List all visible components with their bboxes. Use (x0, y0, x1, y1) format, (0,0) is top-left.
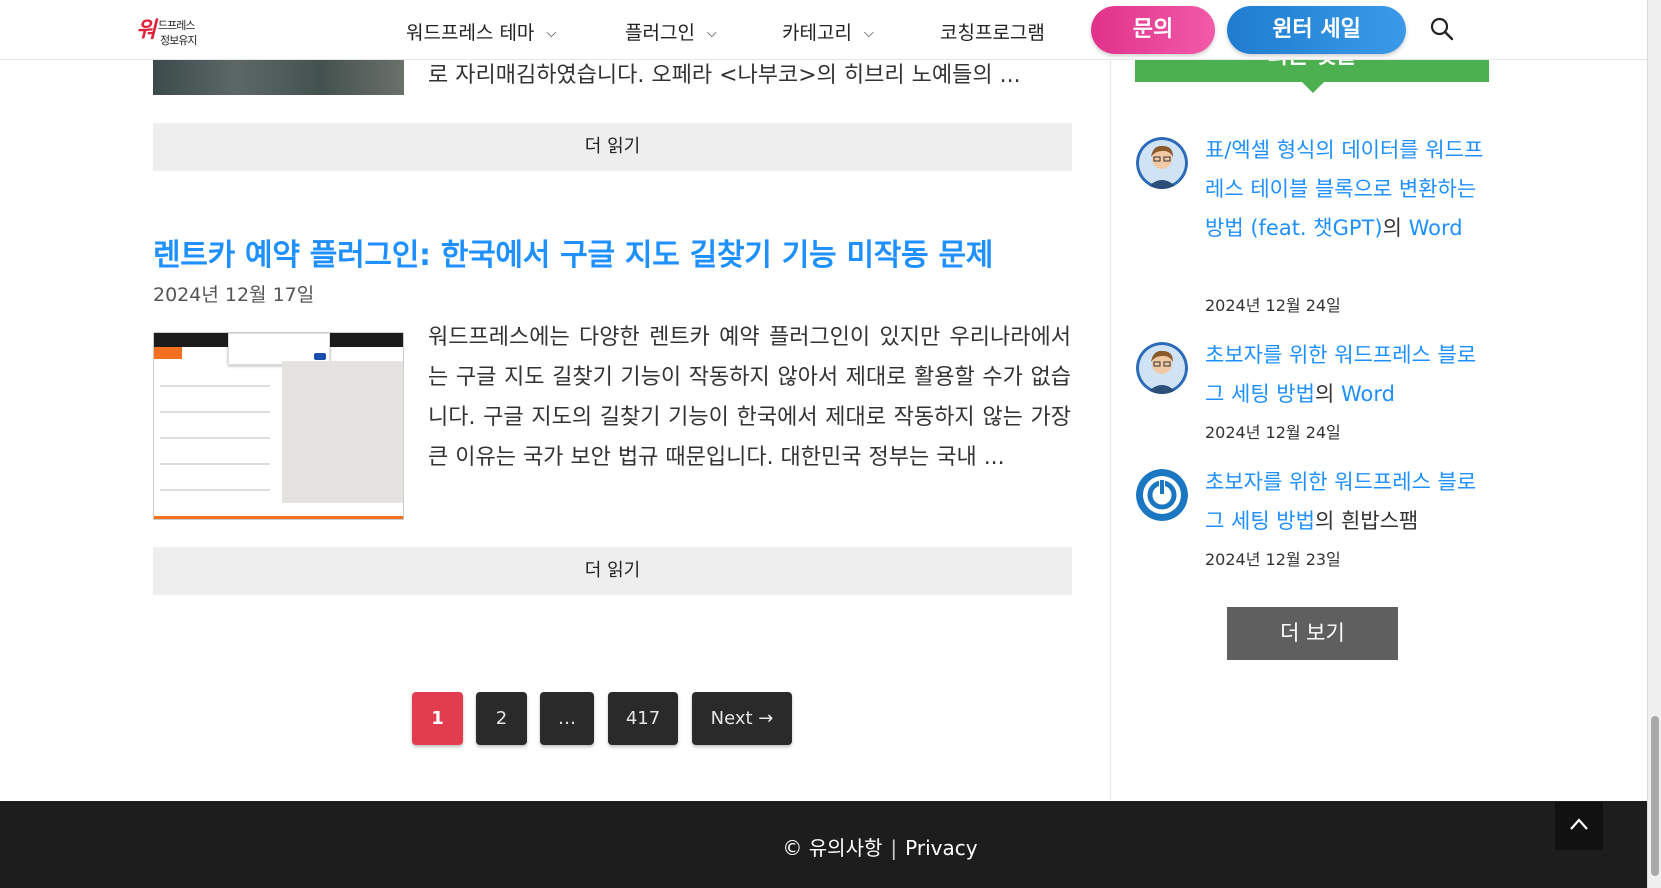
nav-item-label: 워드프레스 테마 (406, 22, 535, 44)
comment-text: 초보자를 위한 워드프레스 블로그 세팅 방법의 Word (1205, 336, 1495, 414)
comment-date: 2024년 12월 24일 (1205, 423, 1341, 442)
thumbnail-popup-button (314, 353, 326, 360)
page-417-button[interactable]: 417 (608, 692, 678, 745)
page-scrollbar[interactable] (1647, 0, 1661, 888)
comment-connector: 의 (1314, 382, 1335, 406)
comment-author: 흰밥스팸 (1340, 509, 1419, 533)
post-date: 2024년 12월 17일 (153, 284, 315, 306)
thumbnail-bottom-bar (154, 516, 403, 519)
nav-item-label: 코칭프로그램 (940, 22, 1045, 44)
thumbnail-divider (160, 489, 270, 491)
comment-text: 표/엑셀 형식의 데이터를 워드프레스 테이블 블록으로 변환하는 방법 (fe… (1205, 131, 1495, 248)
thumbnail-divider (160, 463, 270, 465)
chevron-down-icon: ⌵ (863, 26, 874, 41)
sidebar-divider (1110, 0, 1111, 800)
footer-separator: | (890, 836, 898, 860)
logo-text-bottom: 정보유지 (160, 34, 197, 47)
chevron-up-icon (1570, 818, 1588, 830)
avatar-icon (1136, 342, 1188, 394)
scrollbar-thumb[interactable] (1651, 716, 1659, 876)
nav-item-plugins[interactable]: 플러그인 ⌵ (625, 18, 717, 45)
thumbnail-map (282, 361, 403, 503)
search-icon[interactable] (1429, 16, 1455, 42)
logo-text-top: 드프레스 (158, 19, 195, 32)
page-ellipsis: … (540, 692, 594, 745)
nav-item-label: 카테고리 (782, 22, 852, 44)
post-thumbnail[interactable] (153, 332, 404, 520)
site-header: 워 드프레스 정보유지 워드프레스 테마 ⌵ 플러그인 ⌵ 카테고리 ⌵ 코칭프로그램… (0, 0, 1647, 60)
footer-links: © 유의사항 | Privacy (0, 832, 1661, 861)
chevron-down-icon: ⌵ (546, 26, 557, 41)
comment-connector: 의 (1382, 216, 1402, 240)
thumbnail-tab (154, 347, 182, 359)
footer-privacy-link[interactable]: Privacy (905, 836, 977, 860)
post-title-link[interactable]: 렌트카 예약 플러그인: 한국에서 구글 지도 길찾기 기능 미작동 문제 (153, 230, 993, 274)
nav-item-label: 플러그인 (625, 22, 695, 44)
comment-connector: 의 (1314, 509, 1335, 533)
nav-item-themes[interactable]: 워드프레스 테마 ⌵ (406, 18, 556, 45)
comment-author-link[interactable]: Word (1341, 382, 1395, 406)
site-logo[interactable]: 워 드프레스 정보유지 (136, 12, 214, 48)
winter-sale-button[interactable]: 윈터 세일 (1227, 6, 1406, 54)
page-1-button[interactable]: 1 (412, 692, 463, 745)
nav-item-categories[interactable]: 카테고리 ⌵ (782, 18, 874, 45)
comment-date: 2024년 12월 23일 (1205, 550, 1341, 569)
page-2-button[interactable]: 2 (476, 692, 527, 745)
previous-post-excerpt: 로 자리매김하였습니다. 오페라 <나부코>의 히브리 노예들의 ... (428, 63, 1021, 88)
next-page-button[interactable]: Next → (692, 692, 792, 745)
chevron-down-icon: ⌵ (706, 26, 717, 41)
comment-date: 2024년 12월 24일 (1205, 296, 1341, 315)
nav-item-coaching[interactable]: 코칭프로그램 (940, 18, 1045, 45)
previous-post-thumbnail[interactable] (153, 58, 404, 95)
banner-arrow (1302, 82, 1324, 93)
site-footer: © 유의사항 | Privacy (0, 801, 1647, 888)
post-excerpt: 워드프레스에는 다양한 렌트카 예약 플러그인이 있지만 우리나라에서는 구글 … (428, 325, 1071, 470)
back-to-top-button[interactable] (1555, 802, 1603, 850)
thumbnail-divider (160, 437, 270, 439)
comment-text: 초보자를 위한 워드프레스 블로그 세팅 방법의 흰밥스팸 (1205, 463, 1495, 541)
read-more-button[interactable]: 더 읽기 (153, 547, 1072, 595)
thumbnail-divider (160, 411, 270, 413)
logo-mark: 워 (136, 17, 157, 43)
thumbnail-divider (160, 385, 270, 387)
more-comments-button[interactable]: 더 보기 (1227, 607, 1398, 660)
avatar-icon (1136, 137, 1188, 189)
comment-author-link[interactable]: Word (1409, 216, 1463, 240)
footer-notice-link[interactable]: © 유의사항 (782, 836, 882, 860)
avatar-icon (1136, 469, 1188, 521)
read-more-button[interactable]: 더 읽기 (153, 123, 1072, 171)
contact-button[interactable]: 문의 (1091, 6, 1215, 54)
